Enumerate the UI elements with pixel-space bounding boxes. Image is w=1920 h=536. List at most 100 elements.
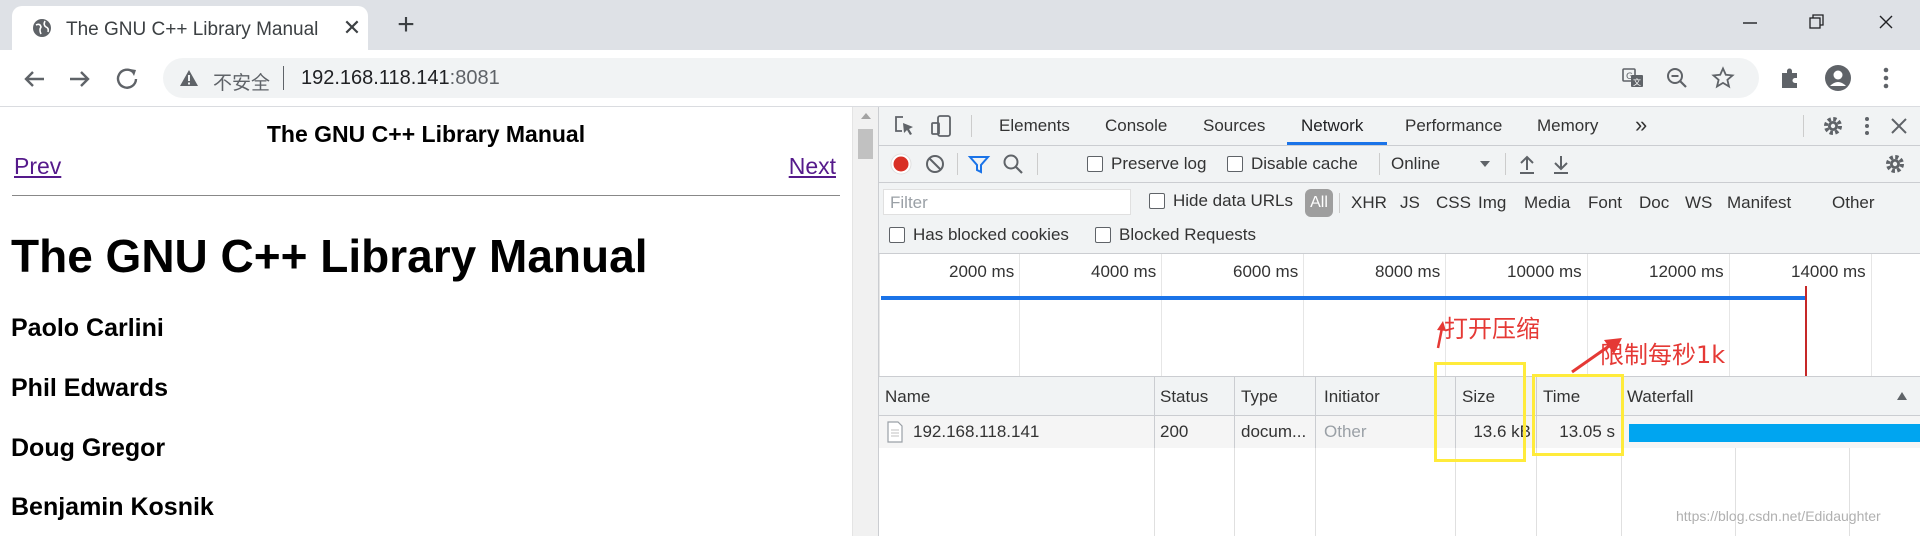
browser-tab[interactable]: The GNU C++ Library Manual ✕ bbox=[12, 6, 368, 50]
chevron-down-icon[interactable] bbox=[1473, 152, 1497, 176]
overview-gridline bbox=[1303, 254, 1304, 376]
import-har-upload-icon[interactable] bbox=[1515, 152, 1539, 176]
search-icon[interactable] bbox=[1001, 152, 1025, 176]
request-type: docum... bbox=[1241, 422, 1307, 441]
tab-performance[interactable]: Performance bbox=[1405, 116, 1502, 136]
next-link[interactable]: Next bbox=[789, 153, 836, 180]
back-arrow-icon[interactable] bbox=[18, 64, 50, 94]
filter-input[interactable]: Filter bbox=[883, 189, 1131, 215]
close-window-button[interactable] bbox=[1866, 8, 1906, 38]
scroll-up-arrow-icon[interactable] bbox=[861, 113, 871, 119]
tab-console[interactable]: Console bbox=[1105, 116, 1167, 136]
warning-triangle-icon[interactable] bbox=[179, 68, 199, 88]
export-har-download-icon[interactable] bbox=[1549, 152, 1573, 176]
url-text[interactable]: 192.168.118.141:8081 bbox=[301, 67, 500, 90]
new-tab-button[interactable]: + bbox=[390, 10, 422, 42]
overview-tick-label: 8000 ms bbox=[1375, 262, 1441, 281]
column-header-name[interactable]: Name bbox=[885, 387, 930, 407]
has-blocked-cookies-label[interactable]: Has blocked cookies bbox=[913, 225, 1069, 245]
globe-icon bbox=[33, 19, 51, 37]
tab-memory[interactable]: Memory bbox=[1537, 116, 1598, 136]
close-tab-icon[interactable]: ✕ bbox=[338, 14, 366, 42]
prev-link[interactable]: Prev bbox=[14, 153, 61, 180]
zoom-out-icon[interactable] bbox=[1665, 66, 1689, 90]
column-divider bbox=[1536, 448, 1537, 536]
filter-type-img[interactable]: Img bbox=[1478, 193, 1506, 213]
filter-bar: Filter Hide data URLs All XHR JS CSS Img… bbox=[879, 183, 1920, 254]
record-icon[interactable] bbox=[889, 152, 913, 176]
waterfall-bar bbox=[1629, 424, 1920, 442]
column-header-waterfall[interactable]: Waterfall bbox=[1627, 387, 1693, 407]
devtools-menu-icon[interactable] bbox=[1855, 114, 1879, 138]
device-toolbar-icon[interactable] bbox=[929, 114, 953, 138]
request-name[interactable]: 192.168.118.141 bbox=[913, 422, 1149, 442]
chrome-menu-icon[interactable] bbox=[1872, 64, 1900, 92]
filter-type-xhr[interactable]: XHR bbox=[1351, 193, 1387, 213]
filter-type-doc[interactable]: Doc bbox=[1639, 193, 1669, 213]
column-divider bbox=[1154, 377, 1155, 415]
throttling-select[interactable]: Online bbox=[1391, 154, 1440, 174]
blocked-requests-label[interactable]: Blocked Requests bbox=[1119, 225, 1256, 245]
forward-arrow-icon[interactable] bbox=[64, 64, 96, 94]
column-header-initiator[interactable]: Initiator bbox=[1324, 387, 1380, 407]
column-divider bbox=[1234, 377, 1235, 415]
svg-text:文: 文 bbox=[1633, 77, 1641, 87]
network-overview[interactable]: 2000 ms 4000 ms 6000 ms 8000 ms 10000 ms… bbox=[879, 254, 1920, 377]
annotation-arrow-icon bbox=[1436, 321, 1446, 349]
inspect-element-icon[interactable] bbox=[893, 114, 917, 138]
filter-type-font[interactable]: Font bbox=[1588, 193, 1622, 213]
tab-elements[interactable]: Elements bbox=[999, 116, 1070, 136]
translate-icon[interactable]: G 文 bbox=[1621, 66, 1645, 90]
filter-type-js[interactable]: JS bbox=[1400, 193, 1420, 213]
tab-sources[interactable]: Sources bbox=[1203, 116, 1265, 136]
blocked-requests-checkbox[interactable] bbox=[1095, 227, 1111, 243]
table-row[interactable]: 192.168.118.141 200 docum... Other 13.6 … bbox=[879, 416, 1920, 448]
overview-tick-label: 2000 ms bbox=[949, 262, 1015, 281]
toolbar-divider bbox=[1505, 153, 1506, 175]
settings-gear-icon[interactable] bbox=[1821, 114, 1845, 138]
profile-avatar-icon[interactable] bbox=[1824, 64, 1852, 92]
preserve-log-checkbox[interactable] bbox=[1087, 156, 1103, 172]
address-bar[interactable]: 不安全 192.168.118.141:8081 G 文 bbox=[163, 58, 1759, 98]
filter-type-other[interactable]: Other bbox=[1832, 193, 1875, 213]
reload-icon[interactable] bbox=[112, 64, 144, 94]
restore-button[interactable] bbox=[1796, 8, 1836, 38]
filter-type-css[interactable]: CSS bbox=[1436, 193, 1471, 213]
network-settings-gear-icon[interactable] bbox=[1883, 152, 1907, 176]
has-blocked-cookies-checkbox[interactable] bbox=[889, 227, 905, 243]
page-scrollbar[interactable] bbox=[852, 107, 879, 536]
header-divider bbox=[12, 195, 840, 196]
devtools-panel: Elements Console Sources Network Perform… bbox=[878, 107, 1920, 536]
filter-type-media[interactable]: Media bbox=[1524, 193, 1570, 213]
clear-icon[interactable] bbox=[923, 152, 947, 176]
filter-funnel-icon[interactable] bbox=[967, 152, 991, 176]
hide-data-urls-label[interactable]: Hide data URLs bbox=[1173, 191, 1293, 211]
filter-type-all[interactable]: All bbox=[1305, 189, 1333, 217]
column-header-type[interactable]: Type bbox=[1241, 387, 1278, 407]
load-event-marker bbox=[1805, 286, 1807, 376]
more-tabs-chevron-icon[interactable]: » bbox=[1635, 112, 1647, 138]
column-divider bbox=[1315, 416, 1316, 448]
preserve-log-label[interactable]: Preserve log bbox=[1111, 154, 1206, 174]
filter-type-ws[interactable]: WS bbox=[1685, 193, 1712, 213]
scrollbar-thumb[interactable] bbox=[858, 129, 873, 159]
tab-network[interactable]: Network bbox=[1301, 116, 1363, 136]
author-name: Doug Gregor bbox=[11, 434, 166, 462]
close-devtools-icon[interactable] bbox=[1887, 114, 1911, 138]
hide-data-urls-checkbox[interactable] bbox=[1149, 193, 1165, 209]
annotation-arrow-icon bbox=[1571, 338, 1622, 374]
security-label[interactable]: 不安全 bbox=[213, 68, 270, 95]
column-header-status[interactable]: Status bbox=[1160, 387, 1208, 407]
filter-type-manifest[interactable]: Manifest bbox=[1727, 193, 1791, 213]
bookmark-star-icon[interactable] bbox=[1711, 66, 1735, 90]
disable-cache-label[interactable]: Disable cache bbox=[1251, 154, 1358, 174]
extensions-puzzle-icon[interactable] bbox=[1776, 64, 1804, 92]
sort-ascending-icon[interactable] bbox=[1895, 389, 1909, 403]
column-divider bbox=[1315, 377, 1316, 415]
overview-gridline bbox=[1871, 254, 1872, 376]
column-divider bbox=[1154, 448, 1155, 536]
overview-tick-label: 10000 ms bbox=[1507, 262, 1582, 281]
requests-table-header: Name Status Type Initiator Size Time Wat… bbox=[879, 377, 1920, 416]
minimize-button[interactable] bbox=[1730, 8, 1770, 38]
disable-cache-checkbox[interactable] bbox=[1227, 156, 1243, 172]
